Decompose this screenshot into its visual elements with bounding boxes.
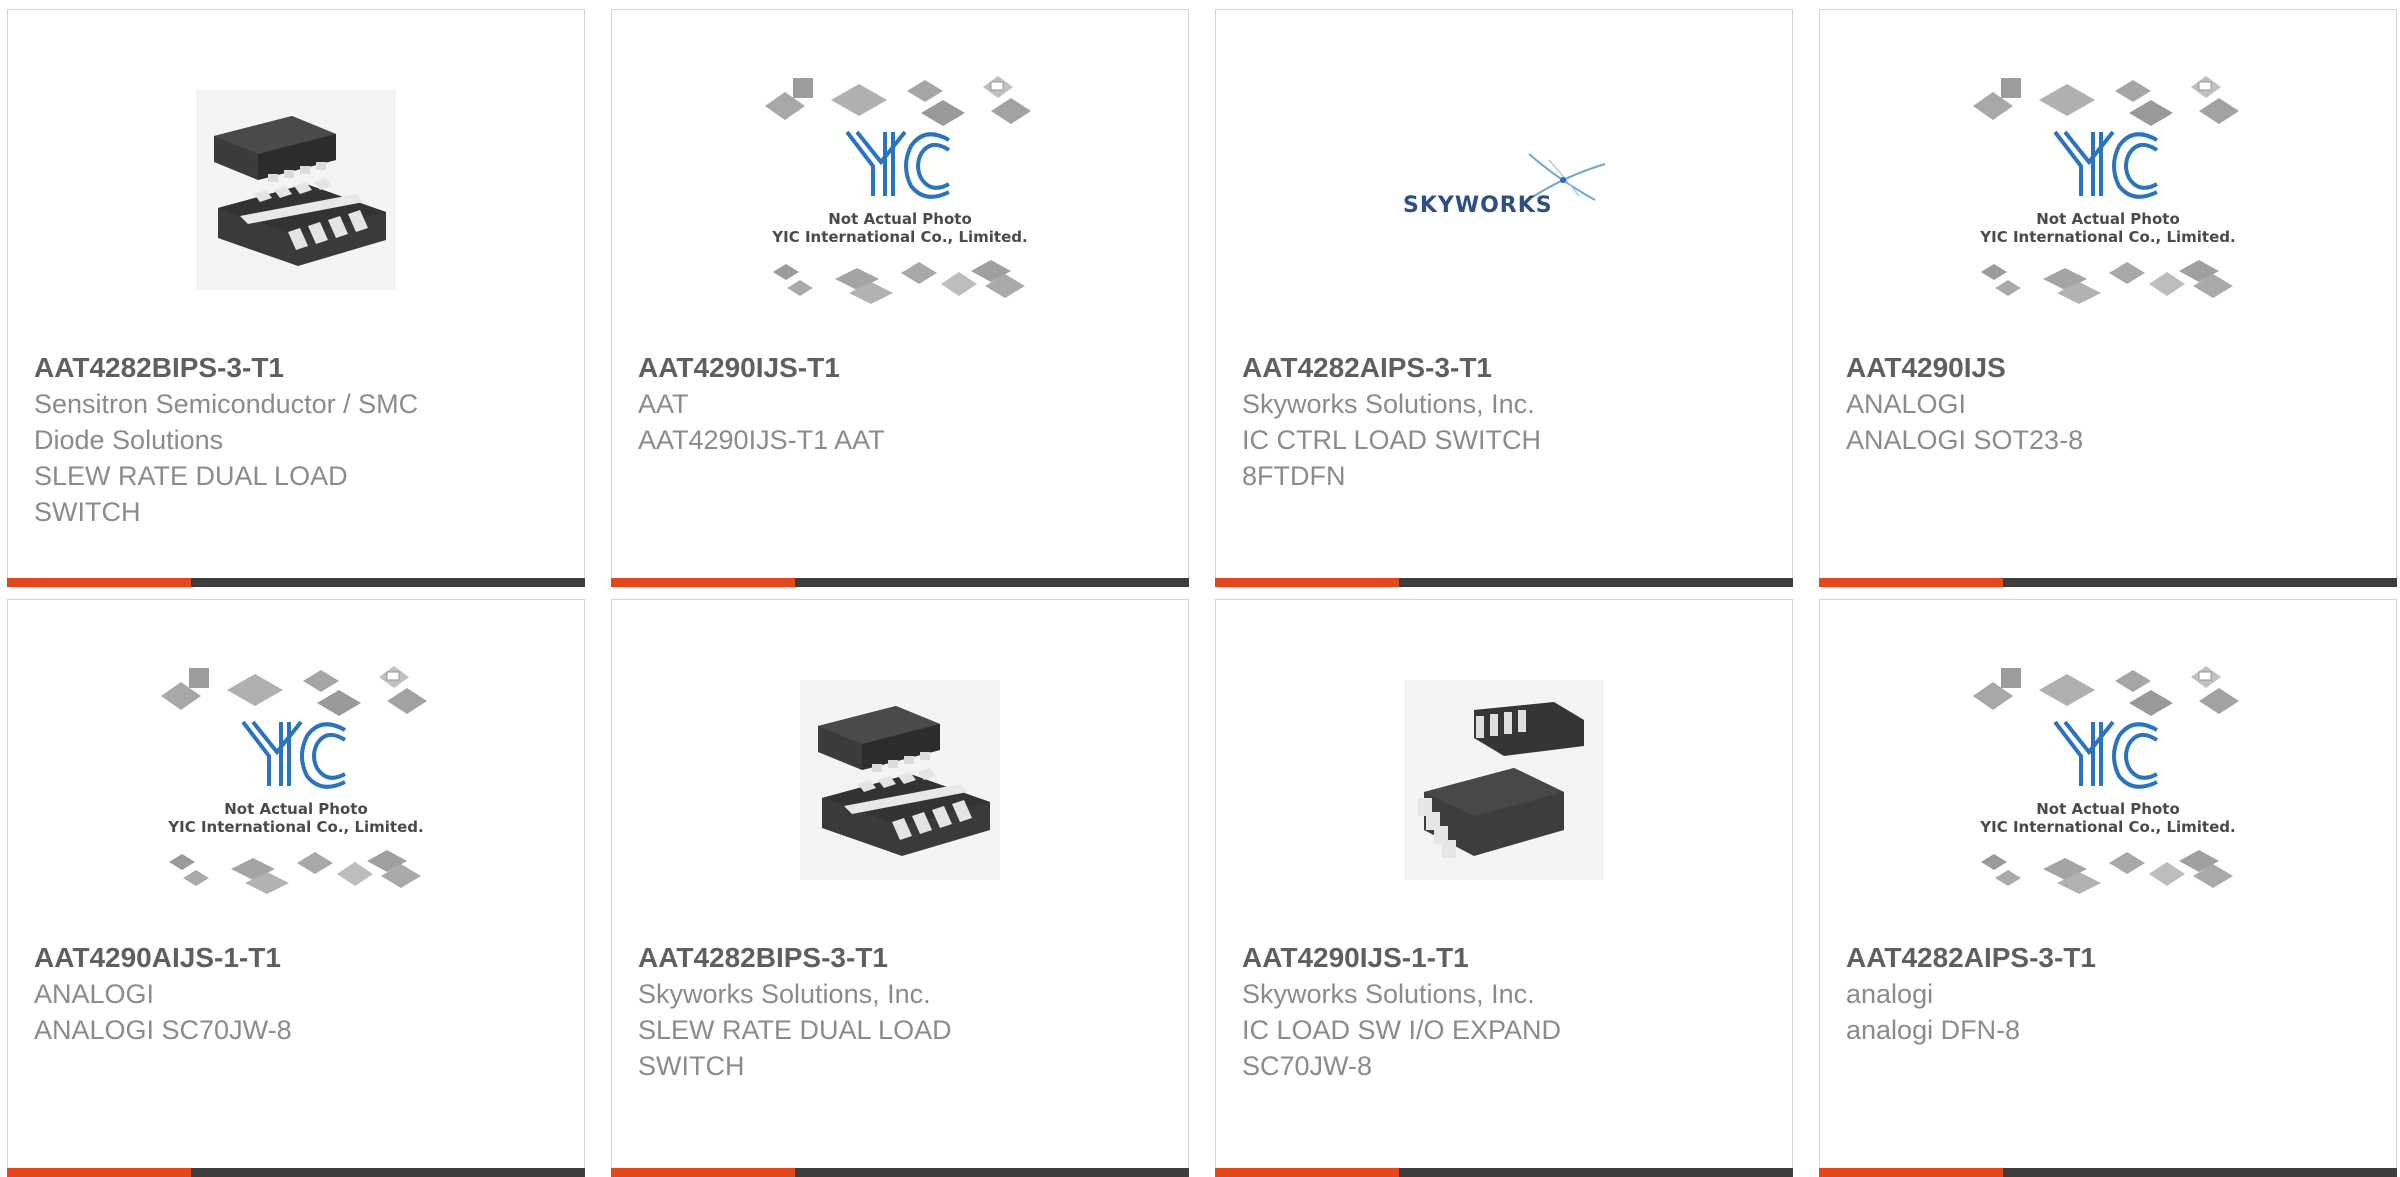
product-info: AAT4290IJS ANALOGI ANALOGI SOT23-8 [1846,350,2286,458]
description-text: Diode Solutions [34,425,224,455]
part-number-link[interactable]: AAT4290AIJS-1-T1 [34,940,474,976]
part-number-link[interactable]: AAT4282BIPS-3-T1 [34,350,474,386]
card-footer-bar [1215,578,1793,587]
product-card[interactable]: SKYWORKS AAT4282AIPS-3-T1 Skyworks Soluti… [1215,9,1793,587]
product-info: AAT4290IJS-T1 AAT AAT4290IJS-T1 AAT [638,350,1078,458]
product-image[interactable] [1216,660,1792,900]
svg-text:YIC International Co., Limited: YIC International Co., Limited. [167,818,423,836]
product-info: AAT4282BIPS-3-T1 Skyworks Solutions, Inc.… [638,940,1078,1084]
card-accent-bar [1215,1168,1399,1177]
card-accent-bar [611,1168,795,1177]
svg-text:YIC International Co., Limited: YIC International Co., Limited. [771,228,1027,246]
card-accent-bar [611,578,795,587]
placeholder-image-icon: Not Actual Photo YIC International Co., … [1973,666,2239,894]
product-image[interactable]: Not Actual Photo YIC International Co., … [1820,660,2396,900]
description-text: analogi DFN-8 [1846,1015,2021,1045]
product-card[interactable]: Not Actual Photo YIC International Co., … [1819,9,2397,587]
card-accent-bar [7,578,191,587]
product-info: AAT4282AIPS-3-T1 Skyworks Solutions, Inc.… [1242,350,1682,494]
product-card[interactable]: Not Actual Photo YIC International Co., … [7,599,585,1177]
product-image[interactable]: SKYWORKS [1216,70,1792,310]
svg-text:Not Actual Photo: Not Actual Photo [2036,210,2180,228]
chip-photo-icon [1404,680,1604,880]
description-text: SWITCH [638,1051,745,1081]
part-number-link[interactable]: AAT4282AIPS-3-T1 [1846,940,2286,976]
card-accent-bar [1819,578,2003,587]
product-info: AAT4290IJS-1-T1 Skyworks Solutions, Inc. I… [1242,940,1682,1084]
chip-photo-icon [196,90,396,290]
manufacturer-text: Sensitron Semiconductor / SMC [34,389,419,419]
product-info: AAT4282BIPS-3-T1 Sensitron Semiconductor … [34,350,474,530]
description-text: IC LOAD SW I/O EXPAND [1242,1015,1562,1045]
card-accent-bar [7,1168,191,1177]
skyworks-logo: SKYWORKS [1403,153,1606,218]
product-image[interactable]: Not Actual Photo YIC International Co., … [1820,70,2396,310]
description-text: ANALOGI SOT23-8 [1846,425,2084,455]
product-info: AAT4290AIJS-1-T1 ANALOGI ANALOGI SC70JW-8 [34,940,474,1048]
description-text: ANALOGI SC70JW-8 [34,1015,292,1045]
part-number-link[interactable]: AAT4290IJS [1846,350,2286,386]
description-text: IC CTRL LOAD SWITCH [1242,425,1542,455]
part-number-link[interactable]: AAT4282AIPS-3-T1 [1242,350,1682,386]
card-footer-bar [611,578,1189,587]
manufacturer-text: analogi [1846,979,1934,1009]
card-footer-bar [611,1168,1189,1177]
manufacturer-text: ANALOGI [1846,389,1967,419]
product-image[interactable] [612,660,1188,900]
product-card[interactable]: AAT4282BIPS-3-T1 Sensitron Semiconductor … [7,9,585,587]
manufacturer-text: ANALOGI [34,979,155,1009]
description-text: SLEW RATE DUAL LOAD [638,1015,952,1045]
part-number-link[interactable]: AAT4282BIPS-3-T1 [638,940,1078,976]
card-footer-bar [7,1168,585,1177]
card-footer-bar [7,578,585,587]
description-text: SC70JW-8 [1242,1051,1373,1081]
card-footer-bar [1215,1168,1793,1177]
manufacturer-text: Skyworks Solutions, Inc. [1242,979,1535,1009]
description-text: SWITCH [34,497,141,527]
product-card[interactable]: Not Actual Photo YIC International Co., … [1819,599,2397,1177]
description-text: 8FTDFN [1242,461,1346,491]
chip-photo-icon [800,680,1000,880]
product-info: AAT4282AIPS-3-T1 analogi analogi DFN-8 [1846,940,2286,1048]
product-card[interactable]: AAT4282BIPS-3-T1 Skyworks Solutions, Inc.… [611,599,1189,1177]
card-accent-bar [1819,1168,2003,1177]
manufacturer-text: AAT [638,389,689,419]
product-card[interactable]: AAT4290IJS-1-T1 Skyworks Solutions, Inc. I… [1215,599,1793,1177]
svg-text:Not Actual Photo: Not Actual Photo [224,800,368,818]
part-number-link[interactable]: AAT4290IJS-1-T1 [1242,940,1682,976]
svg-text:Not Actual Photo: Not Actual Photo [2036,800,2180,818]
manufacturer-text: Skyworks Solutions, Inc. [1242,389,1535,419]
part-number-link[interactable]: AAT4290IJS-T1 [638,350,1078,386]
card-footer-bar [1819,1168,2397,1177]
description-text: SLEW RATE DUAL LOAD [34,461,348,491]
product-image[interactable]: Not Actual Photo YIC International Co., … [612,70,1188,310]
card-footer-bar [1819,578,2397,587]
product-image[interactable] [8,70,584,310]
card-accent-bar [1215,578,1399,587]
svg-text:YIC International Co., Limited: YIC International Co., Limited. [1979,818,2235,836]
product-image[interactable]: Not Actual Photo YIC International Co., … [8,660,584,900]
product-card[interactable]: Not Actual Photo YIC International Co., … [611,9,1189,587]
placeholder-image-icon: Not Actual Photo YIC International Co., … [161,666,427,894]
manufacturer-text: Skyworks Solutions, Inc. [638,979,931,1009]
description-text: AAT4290IJS-T1 AAT [638,425,885,455]
placeholder-image-icon: Not Actual Photo YIC International Co., … [1973,76,2239,304]
placeholder-image-icon: Not Actual Photo YIC International Co., … [765,76,1031,304]
svg-text:Not Actual Photo: Not Actual Photo [828,210,972,228]
svg-text:SKYWORKS: SKYWORKS [1403,193,1553,218]
svg-text:YIC International Co., Limited: YIC International Co., Limited. [1979,228,2235,246]
